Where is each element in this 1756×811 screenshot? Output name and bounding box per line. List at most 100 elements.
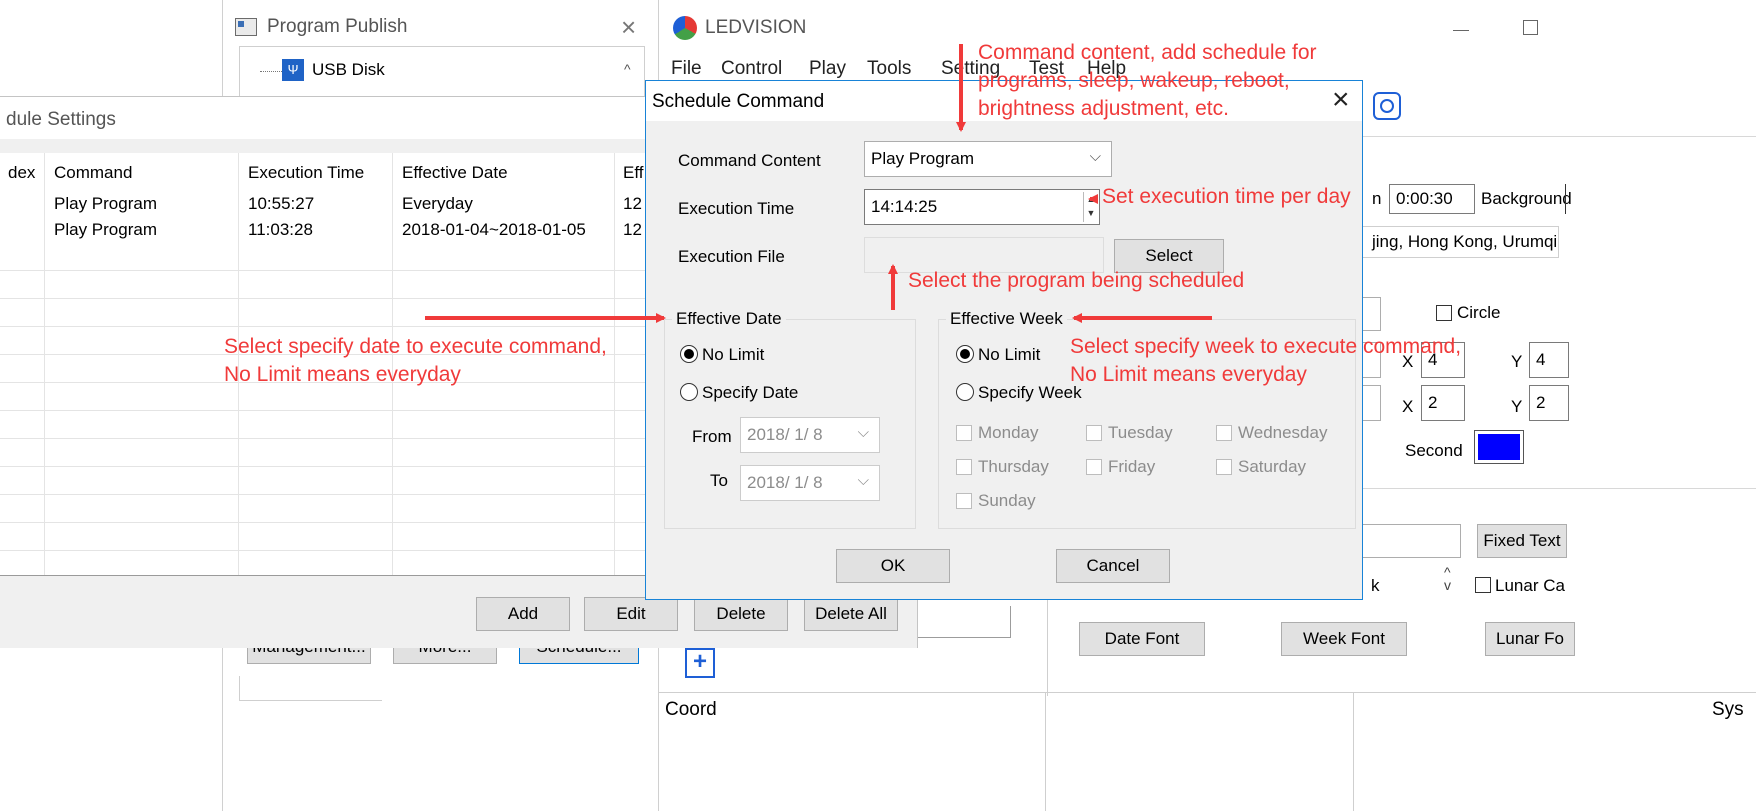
date-specify-radio[interactable] [680, 383, 698, 401]
second-color-swatch[interactable] [1474, 430, 1524, 464]
maximize-icon[interactable] [1523, 20, 1538, 35]
annotation-execution-time: Set execution time per day [1102, 185, 1351, 208]
status-separator [1353, 692, 1354, 811]
week-font-button[interactable]: Week Font [1281, 622, 1407, 656]
date-font-button[interactable]: Date Font [1079, 622, 1205, 656]
thursday-checkbox[interactable] [956, 459, 972, 475]
annotation-command-content-2: programs, sleep, wakeup, reboot, [978, 69, 1290, 92]
ok-button[interactable]: OK [836, 549, 950, 583]
execution-file-label: Execution File [678, 247, 785, 266]
annotation-command-content-3: brightness adjustment, etc. [978, 97, 1229, 120]
add-button[interactable]: Add [476, 597, 570, 631]
column-header-command[interactable]: Command [54, 163, 132, 183]
wednesday-checkbox[interactable] [1216, 425, 1232, 441]
sunday-checkbox[interactable] [956, 493, 972, 509]
delete-all-button[interactable]: Delete All [804, 597, 898, 631]
cell-command: Play Program [54, 220, 157, 239]
menu-file[interactable]: File [671, 58, 702, 80]
saturday-checkbox[interactable] [1216, 459, 1232, 475]
annotation-date-1: Select specify date to execute command, [224, 335, 607, 358]
week-specify-label: Specify Week [978, 383, 1082, 402]
row-line [0, 326, 650, 327]
command-content-select[interactable]: Play Program ⌵ [864, 141, 1112, 177]
tree-connector [260, 71, 282, 73]
bottom-panel-frame [239, 676, 382, 701]
to-date-value: 2018/ 1/ 8 [747, 473, 823, 492]
row-line [0, 522, 650, 523]
scroll-up-icon[interactable]: ^ [624, 61, 631, 77]
panel-divider [1359, 488, 1756, 489]
menu-play[interactable]: Play [809, 58, 846, 80]
time-spinner-icon[interactable]: ▲ ▼ [1083, 192, 1098, 222]
window-title: Program Publish [267, 16, 408, 37]
date-no-limit-radio[interactable] [680, 345, 698, 363]
k-label: k [1371, 576, 1380, 595]
cancel-button[interactable]: Cancel [1056, 549, 1170, 583]
close-icon[interactable]: × [621, 12, 636, 43]
annotation-command-content-1: Command content, add schedule for [978, 41, 1317, 64]
friday-checkbox[interactable] [1086, 459, 1102, 475]
fixed-text-input[interactable] [1359, 524, 1461, 558]
from-date-value: 2018/ 1/ 8 [747, 425, 823, 444]
background-field-edge[interactable] [1565, 184, 1570, 214]
execution-time-input[interactable]: 14:14:25 ▲ ▼ [864, 189, 1100, 225]
week-no-limit-radio[interactable] [956, 345, 974, 363]
date-no-limit-label: No Limit [702, 345, 765, 364]
delete-button[interactable]: Delete [694, 597, 788, 631]
row-line [0, 494, 650, 495]
execution-time-label: Execution Time [678, 199, 795, 218]
tuesday-label: Tuesday [1108, 423, 1173, 442]
add-program-icon[interactable]: + [685, 648, 715, 678]
to-date-picker[interactable]: 2018/ 1/ 8 ⌵ [740, 465, 880, 501]
y2-label: Y [1511, 397, 1523, 416]
circle-checkbox[interactable] [1436, 305, 1452, 321]
background-label: Background [1481, 189, 1572, 208]
app-title: LEDVISION [705, 17, 807, 38]
sunday-label: Sunday [978, 491, 1036, 510]
menu-control[interactable]: Control [721, 58, 782, 80]
to-label: To [710, 471, 728, 490]
week-specify-radio[interactable] [956, 383, 974, 401]
effective-date-label: Effective Date [672, 309, 786, 329]
tree-item-usb-disk[interactable]: USB Disk [312, 60, 385, 80]
column-header-effective-week[interactable]: Eff [623, 163, 643, 183]
menu-tools[interactable]: Tools [867, 58, 911, 80]
lunar-font-button[interactable]: Lunar Fo [1485, 622, 1575, 656]
y2-field[interactable]: 2 [1529, 385, 1569, 421]
monday-checkbox[interactable] [956, 425, 972, 441]
program-publish-icon [235, 18, 257, 36]
spinner-icon[interactable]: ^ v [1444, 565, 1451, 592]
dialog-title: Schedule Command [652, 91, 825, 112]
cell-eff: 12 [623, 194, 642, 213]
friday-label: Friday [1108, 457, 1156, 476]
column-header-execution-time[interactable]: Execution Time [248, 163, 364, 183]
timezone-field[interactable]: jing, Hong Kong, Urumqi [1359, 226, 1559, 258]
row-line [0, 438, 650, 439]
table-row[interactable]: Play Program 10:55:27 Everyday 12 [0, 191, 650, 217]
lunar-calendar-checkbox[interactable] [1475, 577, 1491, 593]
column-header-effective-date[interactable]: Effective Date [402, 163, 508, 183]
cell-eff: 12 [623, 220, 642, 239]
y1-field[interactable]: 4 [1529, 342, 1569, 378]
edit-button[interactable]: Edit [584, 597, 678, 631]
circle-label: Circle [1457, 303, 1501, 322]
column-header-index[interactable]: dex [8, 163, 35, 183]
saturday-label: Saturday [1238, 457, 1307, 476]
status-separator [1045, 692, 1046, 811]
schedule-settings-title: dule Settings [6, 109, 116, 130]
effective-week-label: Effective Week [946, 309, 1067, 329]
chevron-down-icon: ⌵ [857, 424, 869, 441]
minimize-icon[interactable] [1453, 30, 1469, 31]
annotation-week-1: Select specify week to execute command, [1070, 335, 1462, 358]
cell-date: 2018-01-04~2018-01-05 [402, 220, 586, 239]
duration-field[interactable]: 0:00:30 [1389, 184, 1475, 214]
toolbar-icon[interactable] [1373, 92, 1401, 120]
close-icon[interactable]: × [1332, 83, 1350, 117]
tuesday-checkbox[interactable] [1086, 425, 1102, 441]
from-date-picker[interactable]: 2018/ 1/ 8 ⌵ [740, 417, 880, 453]
x2-field[interactable]: 2 [1421, 385, 1465, 421]
row-line [0, 298, 650, 299]
x2-label: X [1402, 397, 1414, 416]
fixed-text-button[interactable]: Fixed Text [1477, 524, 1567, 558]
table-row[interactable]: Play Program 11:03:28 2018-01-04~2018-01… [0, 217, 650, 243]
